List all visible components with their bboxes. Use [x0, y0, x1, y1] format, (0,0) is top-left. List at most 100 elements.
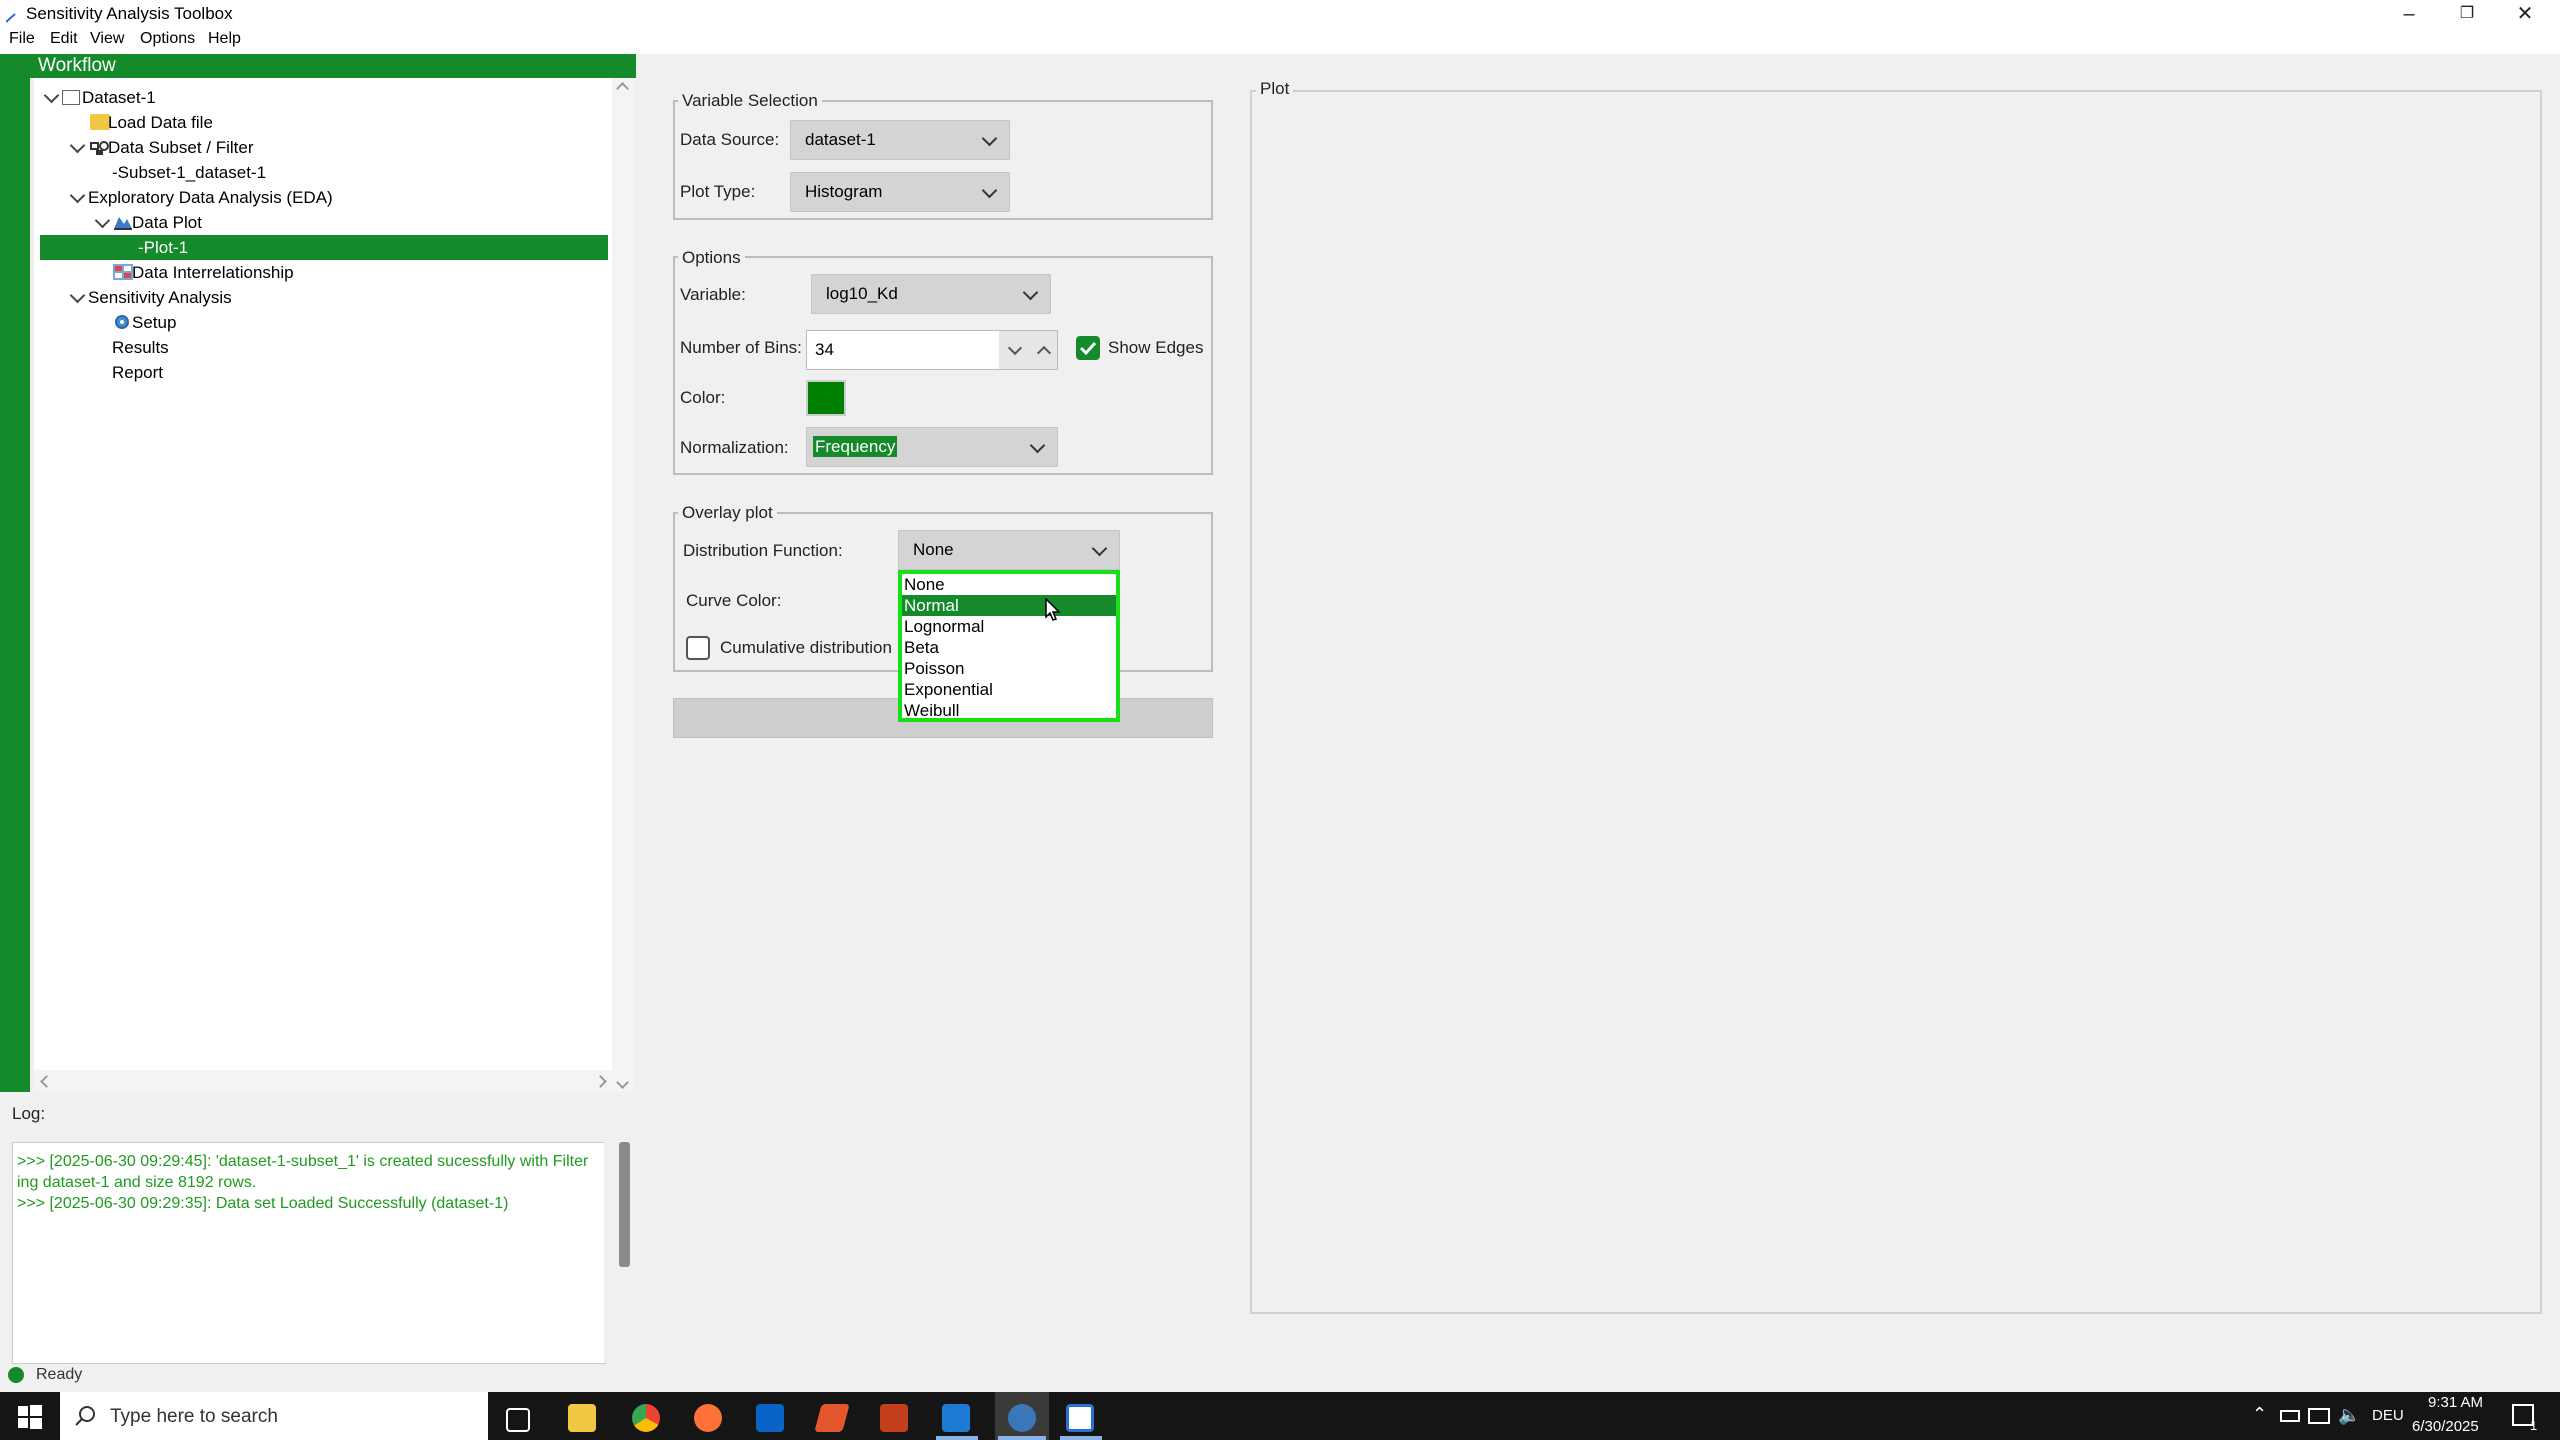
firefox-icon[interactable]: [694, 1404, 722, 1432]
chrome-icon[interactable]: [632, 1404, 660, 1432]
data-source-label: Data Source:: [680, 130, 780, 149]
dropdown-option-exponential[interactable]: Exponential: [902, 679, 1116, 700]
color-label: Color:: [680, 388, 726, 407]
task-view-icon[interactable]: [506, 1408, 530, 1432]
windows-start-icon[interactable]: [18, 1405, 42, 1434]
overlay-plot-title: Overlay plot: [678, 503, 777, 523]
tree-item-setup[interactable]: Setup: [132, 310, 176, 335]
clock-time[interactable]: 9:31 AM: [2428, 1394, 2483, 1411]
normalization-select[interactable]: Frequency: [806, 427, 1058, 467]
menu-file[interactable]: File: [9, 30, 35, 48]
normalization-value: Frequency: [813, 436, 898, 457]
dropdown-option-none[interactable]: None: [902, 574, 1116, 595]
scroll-down-icon[interactable]: [616, 1076, 629, 1089]
log-line: ing dataset-1 and size 8192 rows.: [17, 1174, 257, 1191]
curve-color-label: Curve Color:: [686, 591, 782, 610]
chevron-down-icon: [981, 130, 998, 147]
volume-icon[interactable]: 🔈: [2338, 1405, 2360, 1426]
tree-item-subset-1[interactable]: -Subset-1_dataset-1: [112, 160, 266, 185]
tree-item-data-subset-filter[interactable]: Data Subset / Filter: [108, 135, 254, 160]
tray-expand-icon[interactable]: ⌃: [2252, 1404, 2267, 1425]
tree-item-eda[interactable]: Exploratory Data Analysis (EDA): [88, 185, 333, 210]
tree-item-plot-1[interactable]: -Plot-1: [138, 235, 188, 260]
mouse-cursor-icon: [1045, 597, 1061, 627]
scroll-right-icon[interactable]: [594, 1075, 607, 1088]
scroll-left-icon[interactable]: [40, 1075, 53, 1088]
distribution-dropdown-list[interactable]: None Normal Lognormal Beta Poisson Expon…: [898, 570, 1120, 722]
plot-type-value: Histogram: [805, 182, 883, 201]
powerpoint-icon[interactable]: [880, 1404, 908, 1432]
clock-date[interactable]: 6/30/2025: [2412, 1418, 2479, 1435]
chevron-down-icon: [1091, 540, 1108, 557]
language-indicator[interactable]: DEU: [2372, 1407, 2404, 1424]
notification-count: 1: [2530, 1418, 2538, 1433]
app-icon: [5, 8, 16, 23]
show-edges-checkbox[interactable]: [1076, 336, 1100, 360]
folder-icon: [90, 114, 110, 130]
tree-item-dataset-1[interactable]: Dataset-1: [82, 85, 156, 110]
window-title: Sensitivity Analysis Toolbox: [26, 4, 233, 23]
close-icon[interactable]: ✕: [2496, 0, 2554, 28]
variable-select[interactable]: log10_Kd: [811, 274, 1051, 314]
scroll-up-icon[interactable]: [616, 82, 629, 95]
battery-icon[interactable]: [2280, 1410, 2300, 1422]
bins-spinbox[interactable]: 34: [806, 330, 1058, 370]
chevron-down-icon: [1029, 437, 1046, 454]
dropdown-option-lognormal[interactable]: Lognormal: [902, 616, 1116, 637]
dropdown-option-normal[interactable]: Normal: [902, 595, 1116, 616]
status-indicator-icon: [8, 1367, 24, 1383]
file-explorer-icon[interactable]: [568, 1404, 596, 1432]
search-placeholder: Type here to search: [110, 1406, 278, 1427]
distribution-function-select[interactable]: None: [898, 530, 1120, 570]
checkmark-icon: [1079, 341, 1097, 356]
tree-item-report[interactable]: Report: [112, 360, 163, 385]
taskbar-search-box[interactable]: Type here to search: [60, 1392, 488, 1440]
menu-help[interactable]: Help: [208, 30, 241, 48]
dropdown-option-beta[interactable]: Beta: [902, 637, 1116, 658]
restore-icon[interactable]: ❐: [2438, 0, 2496, 28]
plot-type-select[interactable]: Histogram: [790, 172, 1010, 212]
menu-edit[interactable]: Edit: [50, 30, 78, 48]
minimize-icon[interactable]: –: [2380, 0, 2438, 28]
plot-area[interactable]: [1250, 90, 2542, 1314]
log-line: >>> [2025-06-30 09:29:35]: Data set Load…: [17, 1195, 509, 1212]
active-app-indicator: [1060, 1436, 1102, 1440]
menu-view[interactable]: View: [90, 30, 124, 48]
tree-item-load-data-file[interactable]: Load Data file: [108, 110, 213, 135]
data-source-value: dataset-1: [805, 130, 876, 149]
log-label: Log:: [12, 1104, 46, 1123]
color-swatch-button[interactable]: [806, 380, 846, 416]
title-bar: Sensitivity Analysis Toolbox – ❐ ✕: [0, 0, 2560, 28]
normalization-label: Normalization:: [680, 438, 789, 457]
tree-item-data-interrelationship[interactable]: Data Interrelationship: [132, 260, 294, 285]
tree-selection-highlight: [40, 235, 608, 260]
distribution-function-value: None: [913, 540, 954, 559]
tree-vertical-scrollbar[interactable]: [612, 78, 634, 1092]
toolbox-app-icon[interactable]: [1066, 1404, 1094, 1432]
outlook-icon[interactable]: [756, 1404, 784, 1432]
tree-item-sensitivity-analysis[interactable]: Sensitivity Analysis: [88, 285, 232, 310]
tree-horizontal-scrollbar[interactable]: [34, 1070, 612, 1092]
bins-label: Number of Bins:: [680, 338, 802, 357]
chart-icon: [113, 214, 133, 230]
menu-options[interactable]: Options: [140, 30, 195, 48]
dropdown-option-weibull[interactable]: Weibull: [902, 700, 1116, 721]
data-source-select[interactable]: dataset-1: [790, 120, 1010, 160]
dataset-icon: [62, 90, 80, 105]
filter-icon: [90, 140, 110, 156]
network-icon[interactable]: [2308, 1408, 2330, 1424]
vscode-icon[interactable]: [942, 1404, 970, 1432]
cumulative-distribution-label: Cumulative distribution: [720, 638, 892, 657]
tree-item-data-plot[interactable]: Data Plot: [132, 210, 202, 235]
log-output[interactable]: >>> [2025-06-30 09:29:45]: 'dataset-1-su…: [12, 1142, 606, 1364]
active-app-indicator: [936, 1436, 978, 1440]
python-app-icon[interactable]: [1008, 1404, 1036, 1432]
interrelationship-icon: [113, 264, 133, 280]
log-scroll-thumb[interactable]: [619, 1142, 630, 1267]
cumulative-distribution-checkbox[interactable]: [686, 636, 710, 660]
status-text: Ready: [36, 1366, 83, 1383]
dropdown-option-poisson[interactable]: Poisson: [902, 658, 1116, 679]
plot-title: Plot: [1256, 79, 1294, 99]
tree-item-results[interactable]: Results: [112, 335, 169, 360]
chevron-down-icon: [1022, 284, 1039, 301]
